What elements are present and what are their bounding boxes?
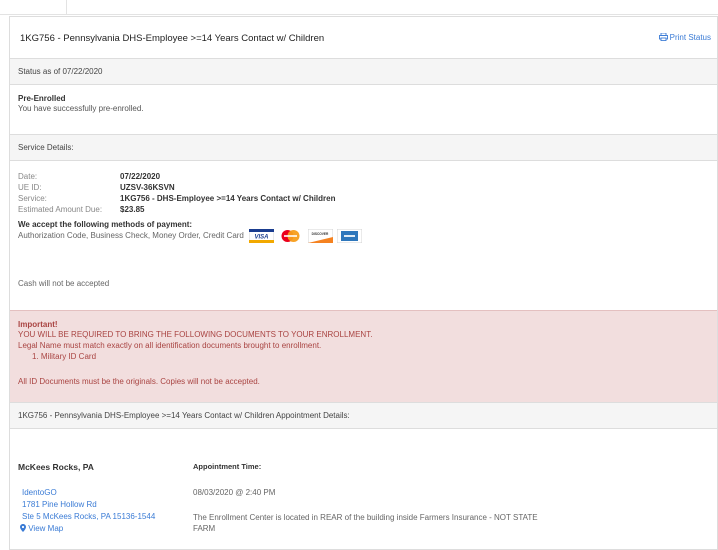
- service-heading: Service Details:: [18, 143, 74, 152]
- discover-card-icon: DISCOVER: [307, 228, 333, 244]
- view-map-label: View Map: [28, 524, 64, 533]
- top-border: [0, 0, 718, 15]
- alert-line-2: Legal Name must match exactly on all ide…: [18, 341, 322, 350]
- cash-note: Cash will not be accepted: [18, 279, 110, 288]
- center-address-2[interactable]: Ste 5 McKees Rocks, PA 15136-1544: [22, 512, 155, 521]
- visa-logo-text: VISA: [255, 235, 269, 241]
- discover-logo-text: DISCOVER: [311, 232, 328, 236]
- center-note-line-2: FARM: [193, 524, 216, 533]
- service-label: Service:: [18, 194, 47, 203]
- amount-value: $23.85: [120, 205, 145, 214]
- date-label: Date:: [18, 172, 38, 181]
- alert-heading: Important!: [18, 320, 58, 329]
- payment-methods: Authorization Code, Business Check, Mone…: [18, 231, 244, 241]
- amex-card-icon: [336, 228, 363, 244]
- alert-line-3: All ID Documents must be the originals. …: [18, 377, 260, 386]
- appointment-location: McKees Rocks, PA: [18, 462, 94, 472]
- print-status-label: Print Status: [669, 33, 711, 42]
- service-value: 1KG756 - DHS-Employee >=14 Years Contact…: [120, 194, 336, 203]
- mastercard-icon: [278, 229, 304, 243]
- ueid-label: UE ID:: [18, 183, 42, 192]
- panel-header: 1KG756 - Pennsylvania DHS-Employee >=14 …: [10, 17, 717, 59]
- center-address-1[interactable]: 1781 Pine Hollow Rd: [22, 500, 97, 509]
- payment-row: Authorization Code, Business Check, Mone…: [18, 228, 364, 244]
- status-message: You have successfully pre-enrolled.: [18, 104, 144, 113]
- alert-doc-item: 1. Military ID Card: [32, 352, 97, 361]
- center-name-link[interactable]: IdentoGO: [22, 488, 57, 497]
- printer-icon: [658, 32, 668, 43]
- amount-label: Estimated Amount Due:: [18, 205, 103, 214]
- appointment-heading: 1KG756 - Pennsylvania DHS-Employee >=14 …: [18, 411, 350, 420]
- card-logos: VISA DISCOVER: [248, 228, 364, 244]
- page-title: 1KG756 - Pennsylvania DHS-Employee >=14 …: [20, 33, 325, 44]
- alert-line-1: YOU WILL BE REQUIRED TO BRING THE FOLLOW…: [18, 330, 373, 339]
- print-status-link[interactable]: Print Status: [658, 32, 711, 43]
- status-state: Pre-Enrolled: [18, 94, 66, 103]
- service-section-header: Service Details:: [10, 134, 717, 161]
- ueid-value: UZSV-36KSVN: [120, 183, 175, 192]
- map-marker-icon: [20, 524, 28, 533]
- visa-card-icon: VISA: [248, 228, 275, 244]
- tab-edge: [0, 0, 67, 14]
- important-alert: Important! YOU WILL BE REQUIRED TO BRING…: [10, 310, 717, 404]
- status-heading: Status as of 07/22/2020: [18, 67, 103, 76]
- appointment-time-label: Appointment Time:: [193, 462, 262, 471]
- status-section-header: Status as of 07/22/2020: [10, 58, 717, 85]
- status-panel: 1KG756 - Pennsylvania DHS-Employee >=14 …: [9, 16, 718, 550]
- date-value: 07/22/2020: [120, 172, 161, 181]
- appointment-time-value: 08/03/2020 @ 2:40 PM: [193, 488, 276, 497]
- center-note-line-1: The Enrollment Center is located in REAR…: [193, 513, 538, 522]
- appointment-section-header: 1KG756 - Pennsylvania DHS-Employee >=14 …: [10, 402, 717, 429]
- view-map-link[interactable]: View Map: [20, 524, 63, 533]
- payment-heading: We accept the following methods of payme…: [18, 220, 193, 229]
